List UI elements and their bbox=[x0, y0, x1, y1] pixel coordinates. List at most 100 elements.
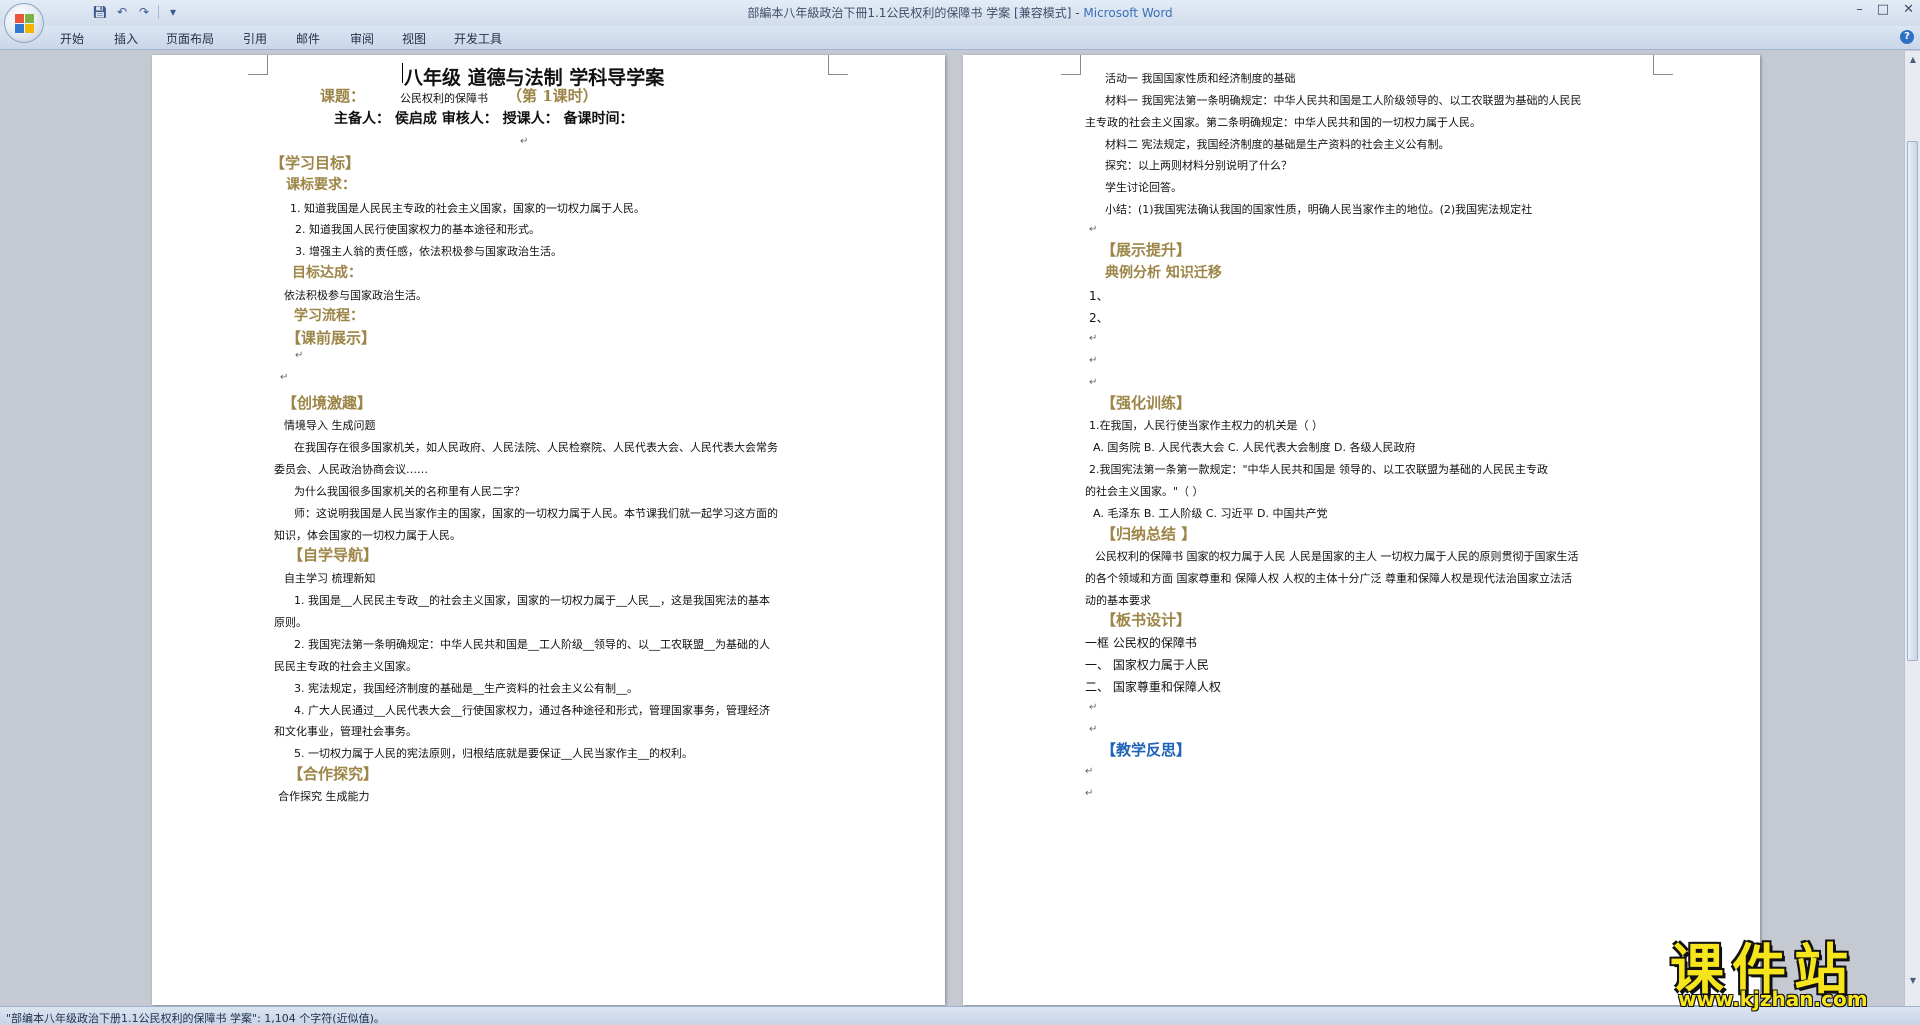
body-line: 公民权利的保障书 国家的权力属于人民 人民是国家的主人 一切权力属于人民的原则贯… bbox=[1095, 550, 1579, 563]
outline-line: 二、 国家尊重和保障人权 bbox=[1085, 680, 1221, 694]
title-bar: 💾︎ ↶ ↷ ▾ 部編本八年級政治下冊1.1公民权利的保障书 学案 [兼容模式]… bbox=[0, 0, 1920, 26]
outline-line: 一框 公民权的保障书 bbox=[1085, 636, 1197, 650]
paragraph-mark: ↵ bbox=[295, 350, 304, 361]
body-line: 原则。 bbox=[274, 616, 307, 629]
paragraph-mark: ↵ bbox=[1085, 788, 1094, 799]
paragraph-mark: ↵ bbox=[1085, 766, 1094, 777]
subheading: 目标达成： bbox=[292, 265, 362, 281]
status-text: "部编本八年级政治下册1.1公民权利的保障书 学案": 1,104 个字符(近似… bbox=[6, 1012, 385, 1025]
body-line: 活动一 我国国家性质和经济制度的基础 bbox=[1105, 72, 1296, 85]
tab-page-layout[interactable]: 页面布局 bbox=[166, 30, 214, 47]
scroll-up-icon[interactable]: ▲ bbox=[1908, 55, 1918, 65]
body-line: 的各个领域和方面 国家尊重和 保障人权 人权的主体十分广泛 尊重和保障人权是现代… bbox=[1085, 572, 1572, 585]
list-item: 2、 bbox=[1089, 311, 1109, 325]
body-line: 3. 增强主人翁的责任感，依法积极参与国家政治生活。 bbox=[295, 245, 562, 258]
window-title: 部編本八年級政治下冊1.1公民权利的保障书 学案 [兼容模式] - Micros… bbox=[747, 6, 1173, 20]
tab-references[interactable]: 引用 bbox=[243, 30, 267, 47]
paragraph-mark: ↵ bbox=[1089, 333, 1098, 344]
scroll-thumb[interactable] bbox=[1907, 141, 1918, 661]
question-line: 的社会主义国家。"（ ） bbox=[1085, 485, 1204, 498]
section-heading-reflection: 【教学反思】 bbox=[1101, 741, 1192, 759]
subheading: 课标要求： bbox=[286, 177, 356, 193]
paragraph-mark: ↵ bbox=[1089, 224, 1098, 235]
body-line: 动的基本要求 bbox=[1085, 594, 1151, 607]
document-page-left[interactable]: 八年级 道德与法制 学科导学案 课题： 公民权利的保障书 （第 1课时） 主备人… bbox=[152, 55, 945, 1005]
options-line: A. 国务院 B. 人民代表大会 C. 人民代表大会制度 D. 各级人民政府 bbox=[1093, 441, 1416, 454]
crop-mark bbox=[1653, 55, 1673, 75]
section-heading: 【归纳总结 】 bbox=[1101, 525, 1197, 543]
body-line: 和文化事业，管理社会事务。 bbox=[274, 725, 417, 738]
question-line: 2.我国宪法第一条第一款规定："中华人民共和国是 领导的、以工农联盟为基础的人民… bbox=[1089, 463, 1549, 476]
help-icon[interactable]: ? bbox=[1900, 30, 1914, 44]
session-label: （第 1课时） bbox=[507, 87, 598, 105]
document-page-right[interactable]: 活动一 我国国家性质和经济制度的基础 材料一 我国宪法第一条明确规定：中华人民共… bbox=[963, 55, 1760, 1005]
paragraph-mark: ↵ bbox=[1089, 355, 1098, 366]
section-heading: 【板书设计】 bbox=[1101, 611, 1192, 629]
crop-mark bbox=[828, 55, 848, 75]
close-button[interactable]: ✕ bbox=[1903, 2, 1914, 17]
outline-line: 一、 国家权力属于人民 bbox=[1085, 658, 1209, 672]
body-line: 小结：(1)我国宪法确认我国的国家性质，明确人民当家作主的地位。(2)我国宪法规… bbox=[1105, 203, 1533, 216]
body-line: 为什么我国很多国家机关的名称里有人民二字？ bbox=[294, 485, 525, 498]
list-item: 1、 bbox=[1089, 289, 1109, 303]
watermark-url: www.kjzhan.com bbox=[1678, 987, 1868, 1011]
paragraph-mark: ↵ bbox=[280, 372, 289, 383]
question-line: 1.在我国，人民行使当家作主权力的机关是（ ） bbox=[1089, 419, 1323, 432]
window-controls: – □ ✕ bbox=[1856, 2, 1914, 17]
body-line: 材料一 我国宪法第一条明确规定：中华人民共和国是工人阶级领导的、以工农联盟为基础… bbox=[1105, 94, 1582, 107]
body-line: 民民主专政的社会主义国家。 bbox=[274, 660, 417, 673]
body-line: 主专政的社会主义国家。第二条明确规定：中华人民共和国的一切权力属于人民。 bbox=[1085, 116, 1481, 129]
body-line: 自主学习 梳理新知 bbox=[284, 572, 376, 585]
tab-developer[interactable]: 开发工具 bbox=[454, 30, 502, 47]
body-line: 1. 知道我国是人民民主专政的社会主义国家，国家的一切权力属于人民。 bbox=[290, 202, 645, 215]
document-title: 部編本八年級政治下冊1.1公民权利的保障书 学案 [兼容模式] bbox=[747, 6, 1072, 20]
paragraph-mark: ↵ bbox=[520, 136, 529, 147]
topic-text: 公民权利的保障书 bbox=[400, 92, 488, 105]
app-name: Microsoft Word bbox=[1083, 6, 1173, 20]
preparers-line: 主备人： 侯启成 审核人： 授课人： 备课时间： bbox=[334, 111, 634, 127]
crop-mark bbox=[248, 55, 268, 75]
body-line: 师：这说明我国是人民当家作主的国家，国家的一切权力属于人民。本节课我们就一起学习… bbox=[294, 507, 778, 520]
section-heading: 【自学导航】 bbox=[288, 546, 379, 564]
office-button[interactable] bbox=[4, 3, 44, 43]
text-cursor bbox=[402, 63, 403, 83]
paragraph-mark: ↵ bbox=[1089, 702, 1098, 713]
tab-review[interactable]: 审阅 bbox=[350, 30, 374, 47]
options-line: A. 毛泽东 B. 工人阶级 C. 习近平 D. 中国共产党 bbox=[1093, 507, 1328, 520]
body-line: 材料二 宪法规定，我国经济制度的基础是生产资料的社会主义公有制。 bbox=[1105, 138, 1450, 151]
subheading: 学习流程： bbox=[294, 308, 364, 324]
body-line: 4. 广大人民通过__人民代表大会__行使国家权力，通过各种途径和形式，管理国家… bbox=[294, 704, 770, 717]
maximize-button[interactable]: □ bbox=[1877, 2, 1889, 17]
body-line: 探究：以上两则材料分别说明了什么？ bbox=[1105, 159, 1292, 172]
body-line: 情境导入 生成问题 bbox=[284, 419, 376, 432]
minimize-button[interactable]: – bbox=[1856, 2, 1863, 17]
body-line: 在我国存在很多国家机关，如人民政府、人民法院、人民检察院、人民代表大会、人民代表… bbox=[294, 441, 778, 454]
vertical-scrollbar[interactable]: ▲ ▼ bbox=[1904, 51, 1920, 1006]
paragraph-mark: ↵ bbox=[1089, 724, 1098, 735]
section-heading: 【创境激趣】 bbox=[282, 394, 373, 412]
body-line: 依法积极参与国家政治生活。 bbox=[284, 289, 427, 302]
tab-insert[interactable]: 插入 bbox=[114, 30, 138, 47]
ribbon-tabs: 开始 插入 页面布局 引用 邮件 审阅 视图 开发工具 ? bbox=[0, 26, 1920, 50]
section-heading: 【课前展示】 bbox=[286, 329, 377, 347]
office-logo-icon bbox=[15, 14, 35, 34]
body-line: 合作探究 生成能力 bbox=[278, 790, 370, 803]
tab-view[interactable]: 视图 bbox=[402, 30, 426, 47]
subheading: 典例分析 知识迁移 bbox=[1105, 265, 1222, 281]
tab-mailings[interactable]: 邮件 bbox=[296, 30, 320, 47]
section-heading: 【展示提升】 bbox=[1101, 241, 1192, 259]
crop-mark bbox=[1061, 55, 1081, 75]
body-line: 2. 我国宪法第一条明确规定：中华人民共和国是__工人阶级__领导的、以__工农… bbox=[294, 638, 770, 651]
body-line: 1. 我国是__人民民主专政__的社会主义国家，国家的一切权力属于__人民__，… bbox=[294, 594, 770, 607]
status-bar: "部编本八年级政治下册1.1公民权利的保障书 学案": 1,104 个字符(近似… bbox=[0, 1006, 1920, 1025]
body-line: 知识，体会国家的一切权力属于人民。 bbox=[274, 529, 461, 542]
tab-home[interactable]: 开始 bbox=[60, 30, 84, 47]
section-heading: 【合作探究】 bbox=[288, 765, 379, 783]
body-line: 2. 知道我国人民行使国家权力的基本途径和形式。 bbox=[295, 223, 540, 236]
body-line: 委员会、人民政治协商会议…… bbox=[274, 463, 428, 476]
topic-label: 课题： bbox=[320, 87, 366, 105]
body-line: 学生讨论回答。 bbox=[1105, 181, 1182, 194]
site-watermark: 课件站 www.kjzhan.com bbox=[1660, 925, 1920, 1015]
section-heading: 【强化训练】 bbox=[1101, 394, 1192, 412]
body-line: 5. 一切权力属于人民的宪法原则，归根结底就是要保证__人民当家作主__的权利。 bbox=[294, 747, 693, 760]
